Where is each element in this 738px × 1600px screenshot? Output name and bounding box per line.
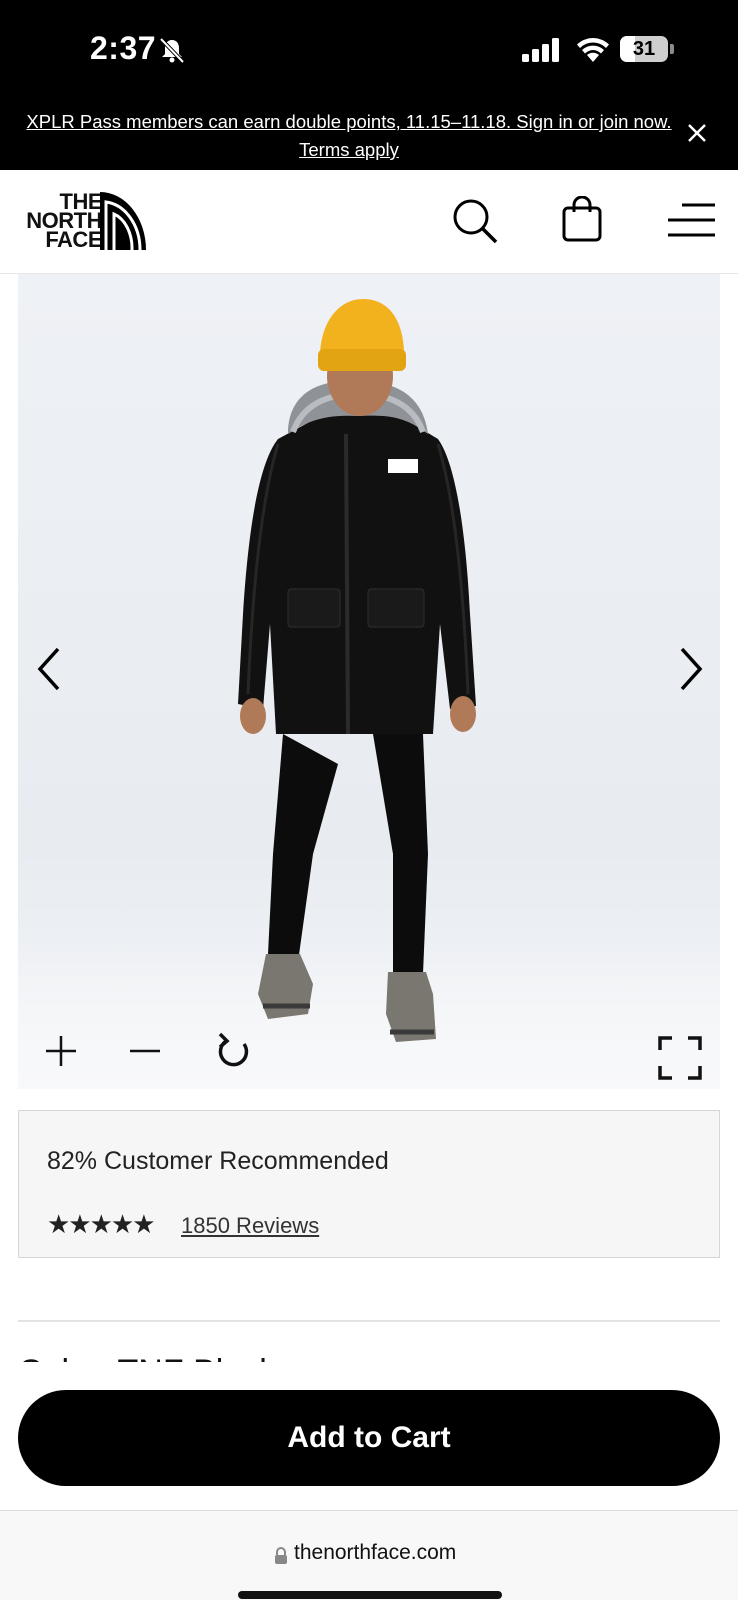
rotate-icon[interactable] xyxy=(214,1030,254,1072)
reviews-summary: 82% Customer Recommended ★★★★★ 1850 Revi… xyxy=(18,1110,720,1258)
product-photo-model xyxy=(238,299,476,1042)
search-icon[interactable] xyxy=(452,198,498,244)
browser-address-bar[interactable]: thenorthface.com xyxy=(0,1510,738,1600)
add-to-cart-button[interactable]: Add to Cart xyxy=(18,1390,720,1486)
bell-muted-icon xyxy=(159,37,185,64)
status-bar: 2:37 31 xyxy=(0,0,738,100)
cellular-signal-icon xyxy=(522,38,559,62)
reviews-link[interactable]: 1850 Reviews xyxy=(181,1213,319,1239)
lock-icon xyxy=(275,1547,287,1564)
battery-indicator: 31 xyxy=(620,36,668,62)
sticky-cart-bar: Add to Cart xyxy=(0,1362,738,1510)
next-image-arrow-icon[interactable] xyxy=(672,644,708,694)
recommend-percent: 82% Customer Recommended xyxy=(47,1147,389,1175)
battery-nub xyxy=(670,44,674,54)
promo-banner: XPLR Pass members can earn double points… xyxy=(0,100,738,170)
zoom-out-icon[interactable] xyxy=(128,1034,162,1068)
fullscreen-icon[interactable] xyxy=(658,1036,702,1080)
section-divider xyxy=(18,1320,720,1322)
url-text[interactable]: thenorthface.com xyxy=(294,1541,456,1565)
site-header: THE NORTH FACE xyxy=(0,170,738,274)
star-rating: ★★★★★ xyxy=(47,1209,156,1239)
wifi-icon xyxy=(577,38,609,62)
product-image-gallery[interactable] xyxy=(18,274,720,1089)
half-dome-icon xyxy=(100,192,146,250)
menu-icon[interactable] xyxy=(668,202,716,238)
home-indicator xyxy=(238,1591,502,1599)
north-face-logo[interactable]: THE NORTH FACE xyxy=(16,191,146,251)
promo-link[interactable]: XPLR Pass members can earn double points… xyxy=(24,108,674,164)
status-time: 2:37 xyxy=(90,30,157,66)
close-icon[interactable] xyxy=(686,122,708,144)
zoom-in-icon[interactable] xyxy=(44,1034,78,1068)
shopping-bag-icon[interactable] xyxy=(562,196,602,242)
logo-wordmark: THE NORTH FACE xyxy=(26,191,102,251)
previous-image-arrow-icon[interactable] xyxy=(32,644,68,694)
battery-percent: 31 xyxy=(632,37,656,60)
